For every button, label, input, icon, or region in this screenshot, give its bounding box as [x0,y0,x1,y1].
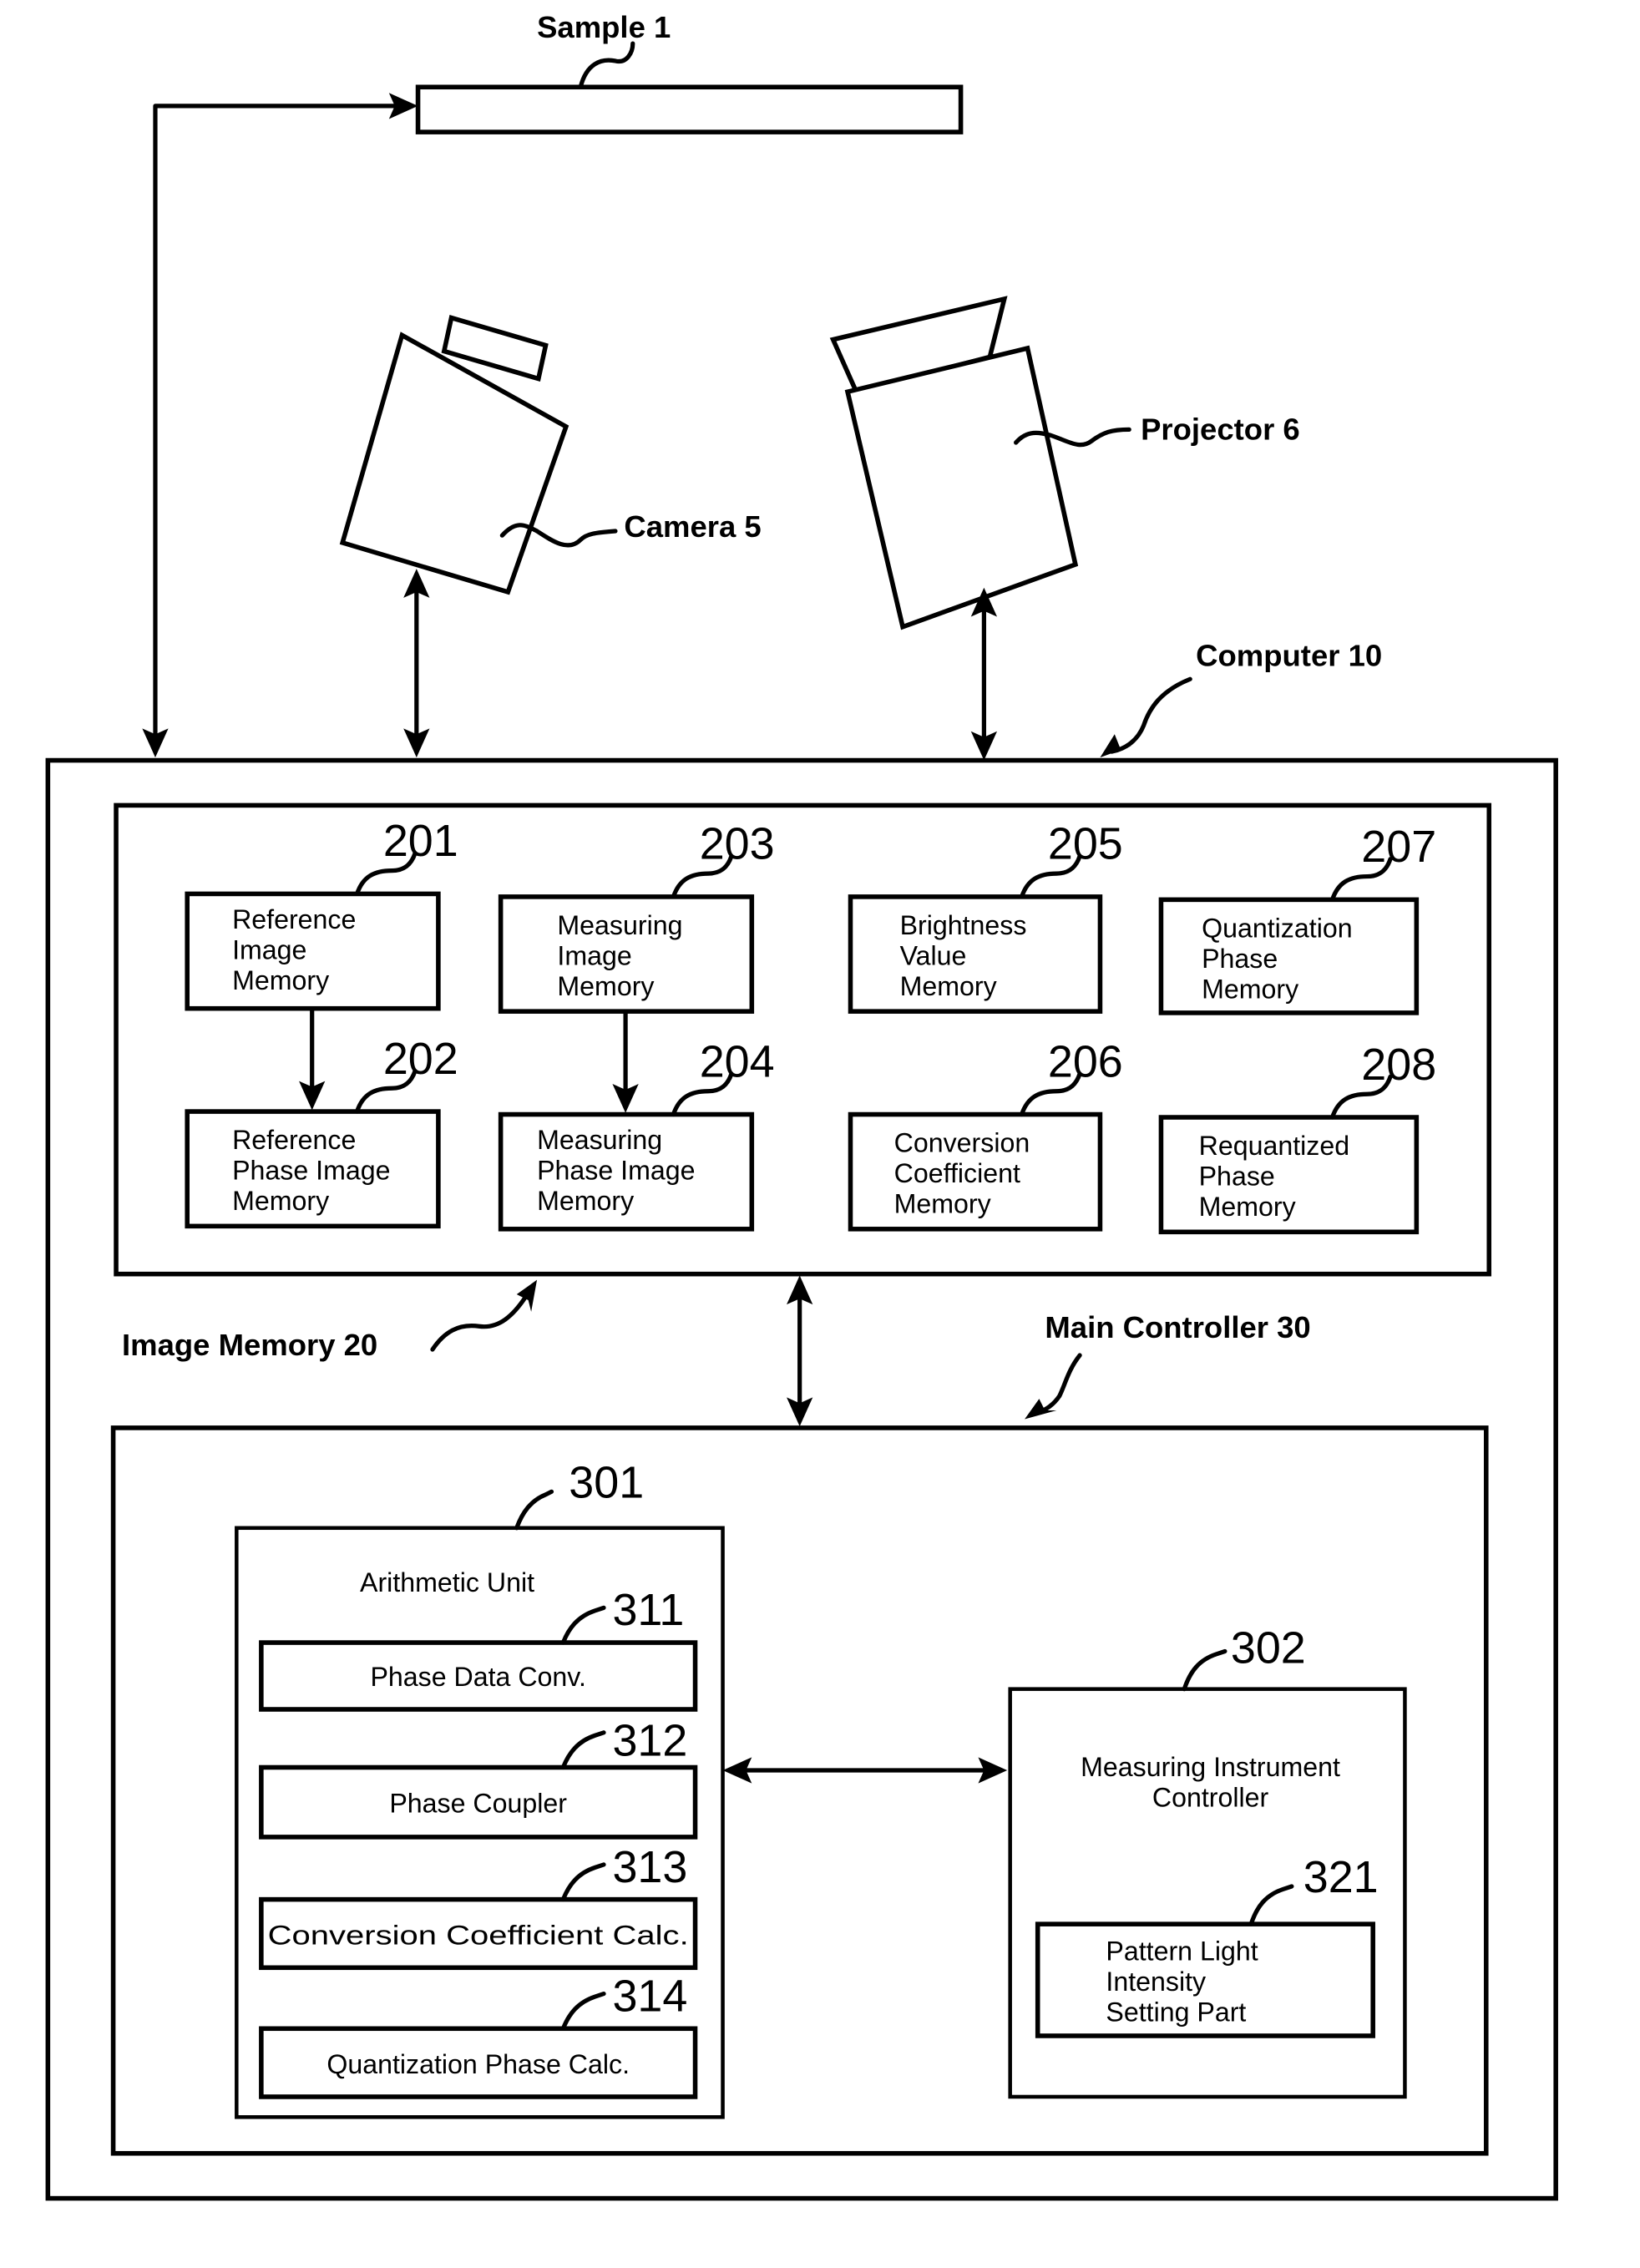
svg-text:Phase: Phase [1202,944,1278,974]
svg-text:Intensity: Intensity [1106,1967,1206,1997]
svg-text:Brightness: Brightness [900,910,1027,940]
svg-text:Memory: Memory [557,971,654,1001]
ref-number: 311 [612,1585,684,1635]
svg-text:Reference: Reference [232,1125,356,1155]
ref-number: 203 [700,819,775,869]
svg-text:Memory: Memory [232,965,329,995]
computer-sample-connector [153,104,400,742]
svg-text:Value: Value [900,941,967,971]
svg-text:Phase Data Conv.: Phase Data Conv. [370,1662,585,1692]
ref-number: 207 [1361,822,1436,872]
svg-text:Phase: Phase [1199,1162,1275,1192]
svg-text:Measuring: Measuring [537,1125,662,1155]
ref-number: 301 [569,1457,644,1507]
svg-text:Memory: Memory [894,1189,991,1219]
sample-leader-line [578,41,635,89]
svg-text:Image: Image [557,941,631,971]
ref-number: 205 [1048,819,1123,869]
ref-number: 204 [700,1036,775,1086]
svg-text:Memory: Memory [1199,1192,1296,1222]
svg-text:Phase Image: Phase Image [232,1156,390,1186]
ref-number: 201 [383,816,458,866]
ref-number: 314 [612,1971,687,2021]
sample-block [415,84,964,134]
svg-text:Setting Part: Setting Part [1106,1997,1246,2028]
arithmetic-unit-title: Arithmetic Unit [360,1567,534,1597]
svg-text:Memory: Memory [232,1186,329,1216]
ref-number: 202 [383,1034,458,1084]
svg-text:Memory: Memory [537,1186,634,1216]
projector-label: Projector 6 [1141,413,1300,447]
camera-icon [339,315,569,595]
svg-text:Memory: Memory [1202,975,1298,1005]
svg-text:Requantized: Requantized [1199,1131,1350,1161]
svg-text:Phase Image: Phase Image [537,1156,695,1186]
sample-label: Sample 1 [537,10,671,44]
ref-number: 312 [612,1716,687,1766]
ref-number: 313 [612,1842,687,1892]
svg-text:Measuring Instrument: Measuring Instrument [1081,1752,1340,1782]
main-controller-label: Main Controller 30 [1045,1310,1310,1344]
svg-text:Phase Coupler: Phase Coupler [389,1788,567,1818]
camera-label: Camera 5 [624,509,761,544]
svg-text:Coefficient: Coefficient [894,1158,1020,1188]
svg-text:Reference: Reference [232,904,356,934]
svg-text:Quantization Phase Calc.: Quantization Phase Calc. [326,2049,630,2079]
ref-number: 302 [1231,1623,1306,1673]
computer-leader-arrow [1109,676,1192,754]
svg-text:Image: Image [232,935,306,965]
projector-icon [829,296,1079,630]
computer-label: Computer 10 [1196,639,1382,673]
ref-number: 321 [1303,1852,1379,1902]
system-block-diagram: Sample 1 Camera 5 Projector 6 Computer 1… [45,10,1558,2201]
ref-number: 208 [1361,1040,1436,1090]
svg-text:Quantization: Quantization [1202,914,1352,944]
svg-text:Pattern Light: Pattern Light [1106,1936,1258,1967]
svg-text:Memory: Memory [900,971,997,1001]
ref-number: 206 [1048,1036,1123,1086]
svg-text:Conversion Coefficient Calc.: Conversion Coefficient Calc. [268,1920,689,1950]
svg-text:Measuring: Measuring [557,910,682,940]
image-memory-label: Image Memory 20 [122,1328,377,1362]
svg-text:Controller: Controller [1152,1782,1269,1812]
svg-text:Conversion: Conversion [894,1128,1030,1158]
